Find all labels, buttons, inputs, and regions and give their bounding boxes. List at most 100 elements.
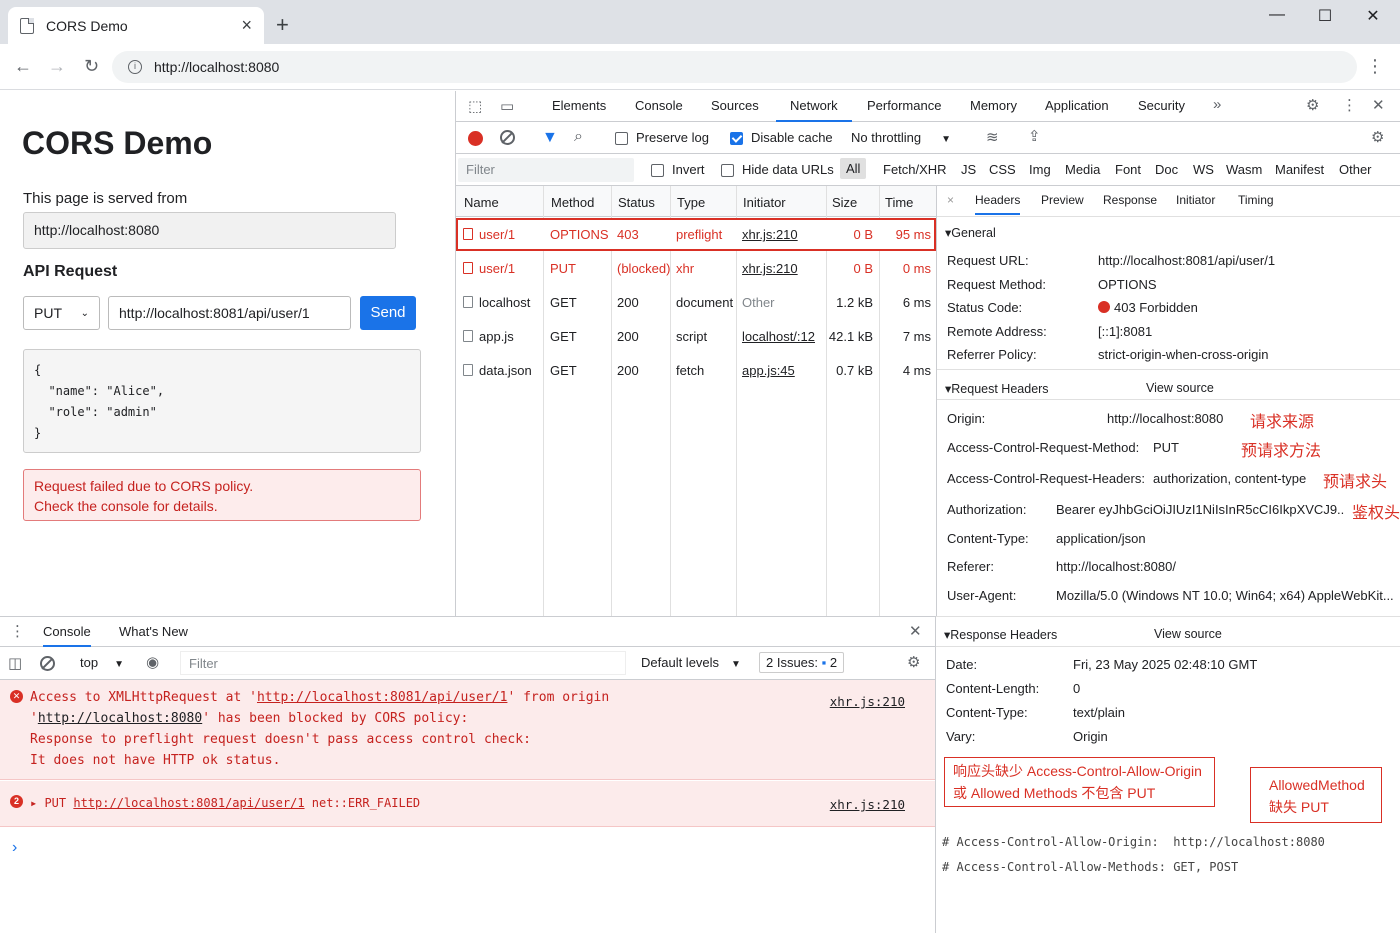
device-toolbar-icon[interactable]: ▭ [500, 97, 514, 115]
filter-type-wasm[interactable]: Wasm [1226, 162, 1262, 177]
kebab-menu-icon[interactable]: ⋮ [1342, 96, 1357, 114]
tab-sources[interactable]: Sources [697, 91, 773, 122]
filter-type-doc[interactable]: Doc [1155, 162, 1178, 177]
filter-type-all[interactable]: All [840, 158, 867, 179]
request-initiator[interactable]: localhost/:12 [742, 329, 815, 344]
filter-type-img[interactable]: Img [1029, 162, 1051, 177]
throttling-select[interactable]: No throttling ▼ [851, 130, 951, 145]
disable-cache-checkbox[interactable]: Disable cache [730, 130, 833, 146]
error-text[interactable]: ▸ PUT http://localhost:8081/api/user/1 n… [30, 796, 420, 810]
request-headers-section-header[interactable]: ▾Request Headers [945, 381, 1049, 396]
browser-menu-icon[interactable]: ⋮ [1366, 56, 1384, 77]
close-devtools-icon[interactable]: ✕ [1372, 96, 1385, 114]
request-initiator[interactable]: xhr.js:210 [742, 227, 798, 242]
network-settings-gear-icon[interactable]: ⚙ [1371, 128, 1384, 146]
tab-preview[interactable]: Preview [1041, 193, 1084, 207]
eye-icon[interactable]: ◉ [146, 653, 159, 671]
method-select[interactable]: PUT ⌄ [23, 296, 100, 330]
error-source-link[interactable]: xhr.js:210 [830, 797, 905, 812]
tab-response[interactable]: Response [1103, 193, 1157, 207]
send-button[interactable]: Send [360, 296, 416, 330]
clear-icon[interactable] [500, 130, 515, 145]
request-initiator[interactable]: app.js:45 [742, 363, 795, 378]
table-row[interactable]: data.json GET 200 fetch app.js:45 0.7 kB… [456, 354, 936, 387]
drawer-menu-icon[interactable]: ⋮ [10, 622, 25, 640]
req-header-value: authorization, content-type [1153, 471, 1307, 486]
console-filter-input[interactable]: Filter [180, 651, 626, 675]
tab-headers[interactable]: Headers [975, 193, 1021, 215]
console-settings-gear-icon[interactable]: ⚙ [907, 653, 920, 671]
filter-type-other[interactable]: Other [1339, 162, 1372, 177]
request-body-textarea[interactable]: { "name": "Alice", "role": "admin" } [23, 349, 421, 453]
tab-initiator[interactable]: Initiator [1176, 193, 1215, 207]
filter-type-css[interactable]: CSS [989, 162, 1016, 177]
filter-icon[interactable]: ▼ [542, 129, 558, 147]
filter-type-fetch-xhr[interactable]: Fetch/XHR [883, 162, 947, 177]
maximize-button[interactable]: ☐ [1310, 6, 1340, 26]
divider [937, 399, 1400, 400]
filter-type-manifest[interactable]: Manifest [1275, 162, 1324, 177]
window-close-button[interactable]: ✕ [1358, 6, 1388, 26]
omnibox[interactable]: i http://localhost:8080 [112, 51, 1357, 83]
forward-arrow-icon[interactable]: → [48, 56, 66, 77]
close-details-icon[interactable]: × [947, 193, 954, 207]
new-tab-button[interactable]: + [276, 12, 289, 38]
console-prompt[interactable]: › [12, 839, 17, 857]
search-icon[interactable]: ⌕ [574, 128, 583, 146]
col-status[interactable]: Status [618, 195, 655, 210]
view-source-link[interactable]: View source [1154, 627, 1222, 641]
drawer-tab-console[interactable]: Console [43, 624, 91, 647]
reload-icon[interactable]: ↻ [84, 56, 99, 77]
table-row[interactable]: localhost GET 200 document Other 1.2 kB … [456, 286, 936, 319]
request-initiator[interactable]: xhr.js:210 [742, 261, 798, 276]
import-har-icon[interactable]: ⇪ [1028, 127, 1041, 145]
filter-type-ws[interactable]: WS [1193, 162, 1214, 177]
site-info-icon[interactable]: i [128, 60, 142, 74]
log-levels-select[interactable]: Default levels ▼ [641, 655, 741, 670]
network-filter-input[interactable]: Filter [458, 158, 634, 182]
gear-icon[interactable]: ⚙ [1306, 96, 1319, 114]
invert-checkbox[interactable]: Invert [651, 162, 705, 178]
col-initiator[interactable]: Initiator [743, 195, 786, 210]
col-type[interactable]: Type [677, 195, 705, 210]
close-tab-icon[interactable]: × [241, 15, 252, 36]
table-row[interactable]: app.js GET 200 script localhost/:12 42.1… [456, 320, 936, 353]
response-headers-section-header[interactable]: ▾Response Headers [944, 627, 1057, 642]
col-method[interactable]: Method [551, 195, 594, 210]
tab-console[interactable]: Console [621, 91, 697, 122]
error-source-link[interactable]: xhr.js:210 [830, 694, 905, 709]
filter-type-js[interactable]: JS [961, 162, 976, 177]
tab-memory[interactable]: Memory [956, 91, 1031, 122]
tab-elements[interactable]: Elements [538, 91, 620, 122]
tab-application[interactable]: Application [1031, 91, 1123, 122]
context-select[interactable]: top ▼ [80, 655, 124, 670]
browser-tab[interactable]: CORS Demo × [8, 7, 264, 44]
table-row[interactable]: user/1 PUT (blocked) xhr xhr.js:210 0 B … [456, 252, 936, 285]
filter-type-media[interactable]: Media [1065, 162, 1100, 177]
sidebar-toggle-icon[interactable]: ◫ [8, 654, 22, 672]
inspect-element-icon[interactable]: ⬚ [468, 97, 482, 115]
col-time[interactable]: Time [885, 195, 913, 210]
hide-data-urls-checkbox[interactable]: Hide data URLs [721, 162, 834, 178]
filter-type-font[interactable]: Font [1115, 162, 1141, 177]
preserve-log-checkbox[interactable]: Preserve log [615, 130, 709, 146]
close-drawer-icon[interactable]: ✕ [909, 622, 922, 640]
drawer-tab-whats-new[interactable]: What's New [119, 624, 188, 639]
col-size[interactable]: Size [832, 195, 857, 210]
more-tabs-icon[interactable]: » [1213, 96, 1221, 113]
tab-performance[interactable]: Performance [853, 91, 955, 122]
record-icon[interactable] [468, 131, 483, 146]
network-conditions-icon[interactable]: ≋ [986, 128, 999, 146]
tab-security[interactable]: Security [1124, 91, 1199, 122]
clear-console-icon[interactable] [40, 656, 55, 671]
tab-timing[interactable]: Timing [1238, 193, 1274, 207]
tab-network[interactable]: Network [776, 91, 852, 122]
minimize-button[interactable]: — [1262, 6, 1292, 24]
api-url-input[interactable]: http://localhost:8081/api/user/1 [108, 296, 351, 330]
table-row[interactable]: user/1 OPTIONS 403 preflight xhr.js:210 … [456, 218, 936, 251]
col-name[interactable]: Name [464, 195, 499, 210]
back-arrow-icon[interactable]: ← [14, 56, 32, 77]
general-section-header[interactable]: ▾General [945, 225, 996, 240]
view-source-link[interactable]: View source [1146, 381, 1214, 395]
issues-button[interactable]: 2 Issues: ▪ 2 [759, 652, 845, 673]
